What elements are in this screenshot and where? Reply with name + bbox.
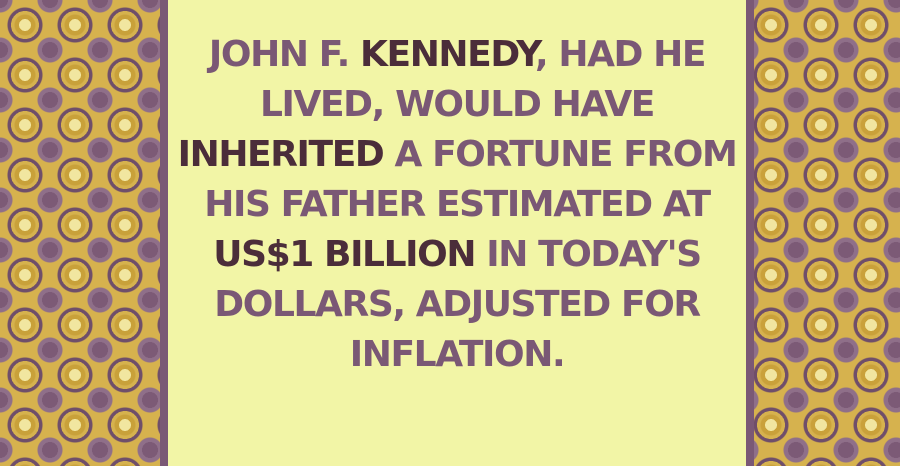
- left-pattern-border: [0, 0, 168, 466]
- fact-highlight: KENNEDY: [360, 34, 536, 75]
- fact-highlight: INHERITED: [177, 134, 385, 175]
- fact-highlight: US$1 BILLION: [213, 234, 476, 275]
- fact-text: JOHN F. KENNEDY, HAD HE LIVED, WOULD HAV…: [177, 30, 738, 466]
- fact-segment: JOHN F.: [208, 34, 361, 75]
- right-pattern-border: [746, 0, 900, 466]
- fact-panel: JOHN F. KENNEDY, HAD HE LIVED, WOULD HAV…: [168, 0, 746, 466]
